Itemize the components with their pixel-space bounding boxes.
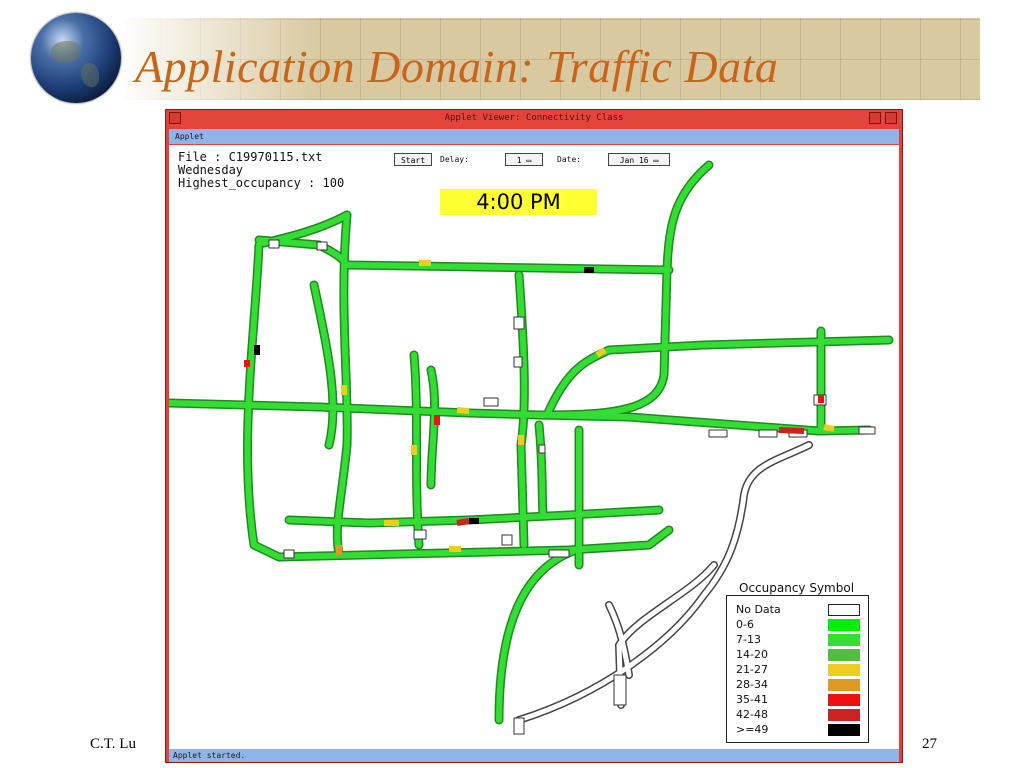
legend-swatch	[828, 634, 860, 646]
chevron-down-icon: ▭	[653, 156, 659, 165]
legend-swatch	[828, 649, 860, 661]
slide-page-number: 27	[922, 736, 937, 752]
delay-label: Delay:	[440, 155, 469, 164]
delay-value: 1	[516, 156, 522, 165]
date-select[interactable]: Jan 16 ▭	[608, 153, 670, 166]
legend-swatch	[828, 604, 860, 616]
legend-item: 28-34	[736, 678, 861, 692]
minimize-icon[interactable]	[869, 112, 881, 124]
slide-title: Application Domain: Traffic Data	[135, 41, 779, 92]
applet-window: Applet Viewer: Connectivity Class Applet	[165, 109, 903, 763]
legend-item: 7-13	[736, 633, 861, 647]
menu-applet[interactable]: Applet	[175, 132, 204, 141]
highest-occupancy: Highest_occupancy : 100	[178, 176, 345, 190]
maximize-icon[interactable]	[885, 112, 897, 124]
window-titlebar[interactable]: Applet Viewer: Connectivity Class	[166, 110, 902, 127]
globe-icon	[31, 13, 121, 103]
legend-swatch	[828, 679, 860, 691]
status-text: Applet started.	[173, 751, 246, 760]
legend-item: 14-20	[736, 648, 861, 662]
delay-select[interactable]: 1 ▭	[505, 153, 543, 166]
legend-item: >=49	[736, 723, 861, 737]
time-display: 4:00 PM	[440, 189, 597, 215]
legend-item: 21-27	[736, 663, 861, 677]
legend-title: Occupancy Symbol	[739, 581, 855, 595]
legend-item: 0-6	[736, 618, 861, 632]
legend-item: 42-48	[736, 708, 861, 722]
legend-swatch	[828, 619, 860, 631]
file-info: File : C19970115.txt Wednesday Highest_o…	[178, 151, 344, 190]
legend-swatch	[828, 724, 860, 736]
map-panel: File : C19970115.txt Wednesday Highest_o…	[169, 145, 899, 749]
legend-swatch	[828, 694, 860, 706]
applet-menu[interactable]: Applet	[169, 129, 899, 144]
slide-author: C.T. Lu	[90, 736, 136, 752]
legend-swatch	[828, 709, 860, 721]
date-value: Jan 16	[619, 156, 649, 165]
occupancy-legend: No Data 0-6 7-13 14-20 21-27 28-34 35-41…	[726, 595, 869, 743]
start-button[interactable]: Start	[394, 153, 432, 166]
date-label: Date:	[557, 155, 582, 164]
legend-swatch	[828, 664, 860, 676]
legend-item: No Data	[736, 603, 861, 617]
chevron-down-icon: ▭	[526, 156, 532, 165]
window-menu-icon[interactable]	[169, 112, 181, 124]
window-title: Applet Viewer: Connectivity Class	[444, 113, 624, 123]
status-bar: Applet started.	[169, 749, 899, 762]
legend-item: 35-41	[736, 693, 861, 707]
